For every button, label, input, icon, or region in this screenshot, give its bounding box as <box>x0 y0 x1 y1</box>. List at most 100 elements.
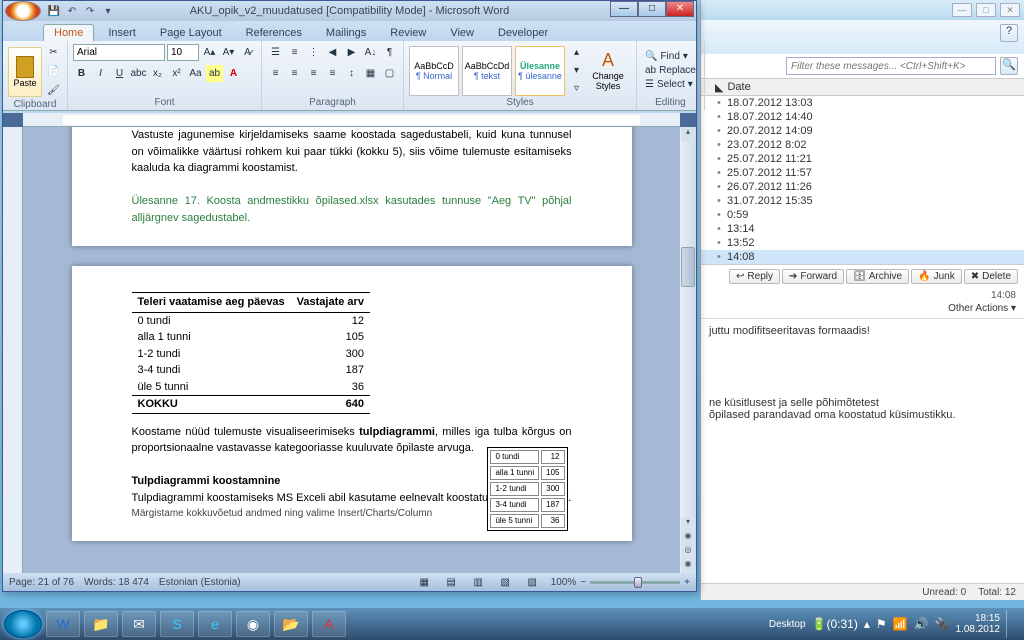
taskbar-ie-icon[interactable]: e <box>198 611 232 637</box>
find-button[interactable]: 🔍Find ▾ <box>642 50 699 63</box>
mail-message-item[interactable]: 26.07.2012 11:26 <box>701 180 1024 194</box>
mail-column-header[interactable]: ◣ Date <box>701 78 1024 96</box>
bullets-button[interactable]: ☰ <box>267 44 284 61</box>
replace-button[interactable]: abReplace <box>642 64 699 77</box>
paragraph-marks-button[interactable]: ¶ <box>381 44 398 61</box>
shrink-font-icon[interactable]: A▾ <box>220 44 237 61</box>
shading-button[interactable]: ▦ <box>362 65 379 82</box>
mail-message-item[interactable]: 18.07.2012 14:40 <box>701 110 1024 124</box>
volume-icon[interactable]: 🔊 <box>914 617 929 631</box>
taskbar-chrome-icon[interactable]: ◉ <box>236 611 270 637</box>
style-tekst[interactable]: AaBbCcDd¶ tekst <box>462 46 512 96</box>
tab-insert[interactable]: Insert <box>98 25 146 41</box>
superscript-button[interactable]: x² <box>168 65 185 82</box>
battery-icon[interactable]: 🔋(0:31) <box>812 617 858 631</box>
word-titlebar[interactable]: 💾 ↶ ↷ ▾ AKU_opik_v2_muudatused [Compatib… <box>3 1 696 21</box>
undo-icon[interactable]: ↶ <box>65 4 79 18</box>
tray-overflow-icon[interactable]: ▴ <box>864 617 870 631</box>
borders-button[interactable]: ▢ <box>381 65 398 82</box>
taskbar-files-icon[interactable]: 📂 <box>274 611 308 637</box>
print-layout-view-icon[interactable]: ▦ <box>416 574 433 591</box>
mail-message-item[interactable]: 25.07.2012 11:21 <box>701 152 1024 166</box>
taskbar-acrobat-icon[interactable]: A <box>312 611 346 637</box>
clear-formatting-icon[interactable]: A̷ <box>239 44 256 61</box>
font-color-button[interactable]: A <box>225 65 242 82</box>
styles-down-icon[interactable]: ▾ <box>568 62 585 79</box>
tab-review[interactable]: Review <box>380 25 436 41</box>
zoom-thumb[interactable] <box>634 577 642 588</box>
mail-maximize-button[interactable]: □ <box>976 3 996 17</box>
mail-message-item[interactable]: 0:59 <box>701 208 1024 222</box>
tab-developer[interactable]: Developer <box>488 25 558 41</box>
line-spacing-button[interactable]: ↕ <box>343 65 360 82</box>
sort-button[interactable]: A↓ <box>362 44 379 61</box>
page-container[interactable]: Vastuste jagunemise kirjeldamiseks saame… <box>23 127 680 573</box>
mail-message-item[interactable]: 13:14 <box>701 222 1024 236</box>
maximize-button[interactable]: □ <box>638 1 666 17</box>
mail-message-item[interactable]: 14:08 <box>701 250 1024 264</box>
taskbar-explorer-icon[interactable]: 📁 <box>84 611 118 637</box>
copy-icon[interactable]: 📄 <box>45 63 62 80</box>
scroll-up-icon[interactable]: ▴ <box>681 127 695 141</box>
qat-dropdown-icon[interactable]: ▾ <box>101 4 115 18</box>
tab-view[interactable]: View <box>440 25 484 41</box>
mail-message-item[interactable]: 13:52 <box>701 236 1024 250</box>
align-left-button[interactable]: ≡ <box>267 65 284 82</box>
mail-message-item[interactable]: 31.07.2012 15:35 <box>701 194 1024 208</box>
save-icon[interactable]: 💾 <box>47 4 61 18</box>
delete-button[interactable]: ✖Delete <box>964 269 1018 284</box>
align-center-button[interactable]: ≡ <box>286 65 303 82</box>
subscript-button[interactable]: x₂ <box>149 65 166 82</box>
justify-button[interactable]: ≡ <box>324 65 341 82</box>
mail-message-item[interactable]: 18.07.2012 13:03 <box>701 96 1024 110</box>
zoom-in-button[interactable]: + <box>684 577 690 588</box>
mail-help-icon[interactable]: ? <box>1000 24 1018 42</box>
align-right-button[interactable]: ≡ <box>305 65 322 82</box>
styles-more-icon[interactable]: ▿ <box>568 80 585 97</box>
font-size-select[interactable] <box>167 44 199 61</box>
taskbar-word-icon[interactable]: W <box>46 611 80 637</box>
multilevel-button[interactable]: ⋮ <box>305 44 322 61</box>
draft-view-icon[interactable]: ▨ <box>524 574 541 591</box>
browse-object-icon[interactable]: ◎ <box>681 545 695 559</box>
change-case-button[interactable]: Aa <box>187 65 204 82</box>
junk-button[interactable]: 🔥Junk <box>911 269 962 284</box>
taskbar-thunderbird-icon[interactable]: ✉ <box>122 611 156 637</box>
search-icon[interactable]: 🔍 <box>1000 57 1018 75</box>
redo-icon[interactable]: ↷ <box>83 4 97 18</box>
word-count[interactable]: Words: 18 474 <box>84 577 149 588</box>
zoom-slider[interactable] <box>590 581 680 584</box>
mail-minimize-button[interactable]: — <box>952 3 972 17</box>
mail-message-item[interactable]: 20.07.2012 14:09 <box>701 124 1024 138</box>
paste-button[interactable]: Paste <box>8 47 42 97</box>
minimize-button[interactable]: — <box>610 1 638 17</box>
scrollbar-thumb[interactable] <box>681 247 695 287</box>
cut-icon[interactable]: ✂ <box>45 44 62 61</box>
tab-references[interactable]: References <box>236 25 312 41</box>
reply-button[interactable]: ↩Reply <box>729 269 780 284</box>
increase-indent-button[interactable]: ▶ <box>343 44 360 61</box>
format-painter-icon[interactable]: 🖌 <box>45 82 62 99</box>
vertical-ruler[interactable] <box>3 127 23 573</box>
mail-message-item[interactable]: 23.07.2012 8:02 <box>701 138 1024 152</box>
full-screen-view-icon[interactable]: ▤ <box>443 574 460 591</box>
desktop-label[interactable]: Desktop <box>769 619 806 630</box>
style-normal[interactable]: AaBbCcD¶ Normal <box>409 46 459 96</box>
styles-up-icon[interactable]: ▴ <box>568 44 585 61</box>
style-ulesanne[interactable]: Ülesanne¶ ülesanne <box>515 46 565 96</box>
power-icon[interactable]: 🔌 <box>935 617 950 631</box>
numbering-button[interactable]: ≡ <box>286 44 303 61</box>
select-button[interactable]: ☰Select ▾ <box>642 78 699 91</box>
mail-message-item[interactable]: 25.07.2012 11:57 <box>701 166 1024 180</box>
action-center-icon[interactable]: ⚑ <box>876 617 887 631</box>
web-layout-view-icon[interactable]: ▥ <box>470 574 487 591</box>
vertical-scrollbar[interactable]: ▴ ▾ ◉ ◎ ◉ <box>680 127 696 573</box>
italic-button[interactable]: I <box>92 65 109 82</box>
clock[interactable]: 18:15 1.08.2012 <box>956 613 1001 635</box>
horizontal-ruler[interactable] <box>23 113 680 127</box>
other-actions-button[interactable]: Other Actions ▾ <box>701 303 1024 318</box>
office-button[interactable] <box>5 1 41 21</box>
decrease-indent-button[interactable]: ◀ <box>324 44 341 61</box>
highlight-button[interactable]: ab <box>206 65 223 82</box>
tab-mailings[interactable]: Mailings <box>316 25 376 41</box>
